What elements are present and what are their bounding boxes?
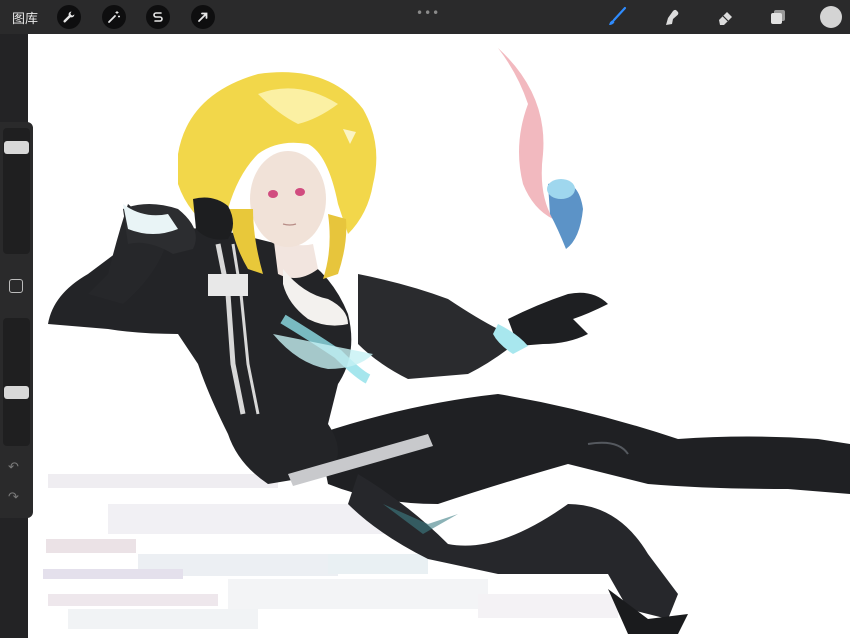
layers-icon (771, 10, 785, 24)
redo-icon[interactable]: ↷ (8, 490, 19, 505)
actions-button[interactable] (57, 5, 81, 29)
gallery-button[interactable]: 图库 (12, 8, 38, 27)
top-toolbar: 图库 ••• (0, 0, 850, 34)
adjustments-button[interactable] (102, 5, 126, 29)
drawing-canvas[interactable] (28, 34, 850, 638)
opacity-slider[interactable] (3, 318, 30, 446)
undo-icon[interactable]: ↶ (8, 460, 19, 475)
selection-s-icon (153, 12, 163, 22)
eraser-icon (719, 12, 732, 25)
layers-button[interactable] (766, 5, 790, 29)
wrench-icon (63, 11, 75, 23)
brush-size-knob[interactable] (4, 141, 29, 154)
color-picker-button[interactable] (820, 6, 842, 28)
transform-button[interactable] (191, 5, 215, 29)
arrow-cursor-icon (198, 12, 208, 22)
opacity-knob[interactable] (4, 386, 29, 399)
illustration-artwork (43, 48, 850, 634)
side-toolbar: ↶ ↷ (0, 122, 33, 518)
smudge-tool-button[interactable] (660, 5, 684, 29)
modify-button[interactable] (9, 279, 23, 293)
ellipsis-icon[interactable]: ••• (416, 6, 440, 20)
smudge-finger-icon (666, 9, 679, 25)
brush-tool-button[interactable] (605, 5, 629, 29)
selection-button[interactable] (146, 5, 170, 29)
brush-icon (609, 6, 627, 25)
brush-size-slider[interactable] (3, 128, 30, 254)
eraser-tool-button[interactable] (714, 5, 738, 29)
magic-wand-icon (108, 11, 120, 23)
